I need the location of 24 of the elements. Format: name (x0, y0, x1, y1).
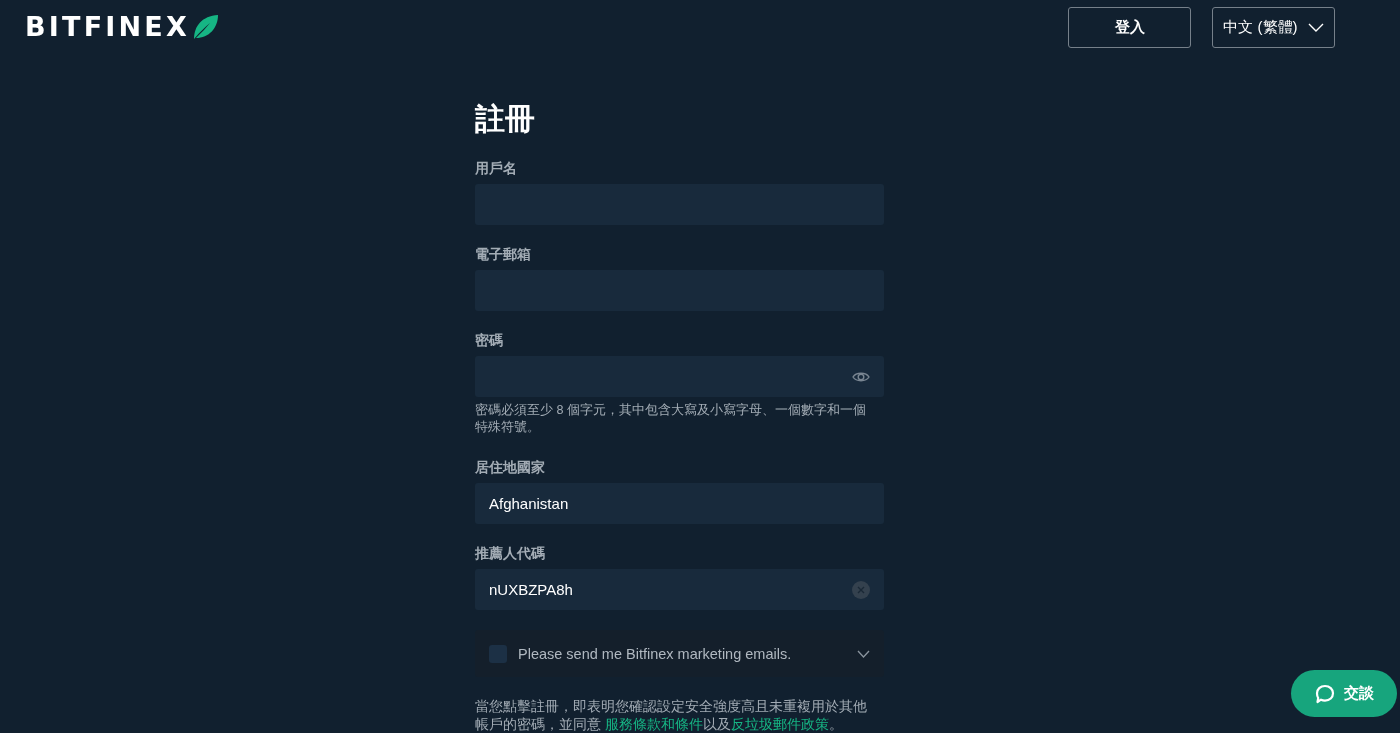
terms-text: 當您點擊註冊，即表明您確認設定安全強度高且未重複用於其他帳戶的密碼，並同意 服務條款和條件以及反垃圾郵件政策。 (475, 697, 868, 733)
chevron-down-icon[interactable] (857, 649, 870, 658)
country-select[interactable]: Afghanistan (475, 483, 884, 524)
field-label: 推薦人代碼 (475, 544, 546, 563)
terms-link[interactable]: 反垃圾郵件政策 (730, 716, 829, 732)
clear-icon[interactable] (852, 580, 870, 599)
field-label: 密碼 (475, 331, 504, 350)
chevron-down-icon (1307, 23, 1324, 32)
speech-bubble-icon (1314, 683, 1335, 704)
login-button[interactable]: 登入 (1068, 7, 1191, 48)
page-title: 註冊 (475, 101, 536, 137)
logo-wordmark: BITFINEX (25, 13, 190, 41)
language-dropdown[interactable]: 中文 (繁體) (1212, 7, 1335, 48)
input-field[interactable]: nUXBZPA8h (475, 569, 884, 610)
password-hint: 密碼必須至少 8 個字元，其中包含大寫及小寫字母、一個數字和一個特殊符號。 (475, 402, 867, 436)
terms-link[interactable]: 服務條款和條件 (604, 716, 703, 732)
marketing-consent-panel[interactable]: Please send me Bitfinex marketing emails. (475, 630, 884, 677)
field-label: 電子郵箱 (475, 245, 532, 264)
checkbox[interactable] (489, 644, 507, 663)
checkbox-label: Please send me Bitfinex marketing emails. (518, 645, 793, 662)
password-field[interactable] (475, 356, 884, 397)
leaf-icon (193, 14, 219, 40)
field-label: 居住地國家 (475, 458, 546, 477)
field-label: 用戶名 (475, 159, 518, 178)
